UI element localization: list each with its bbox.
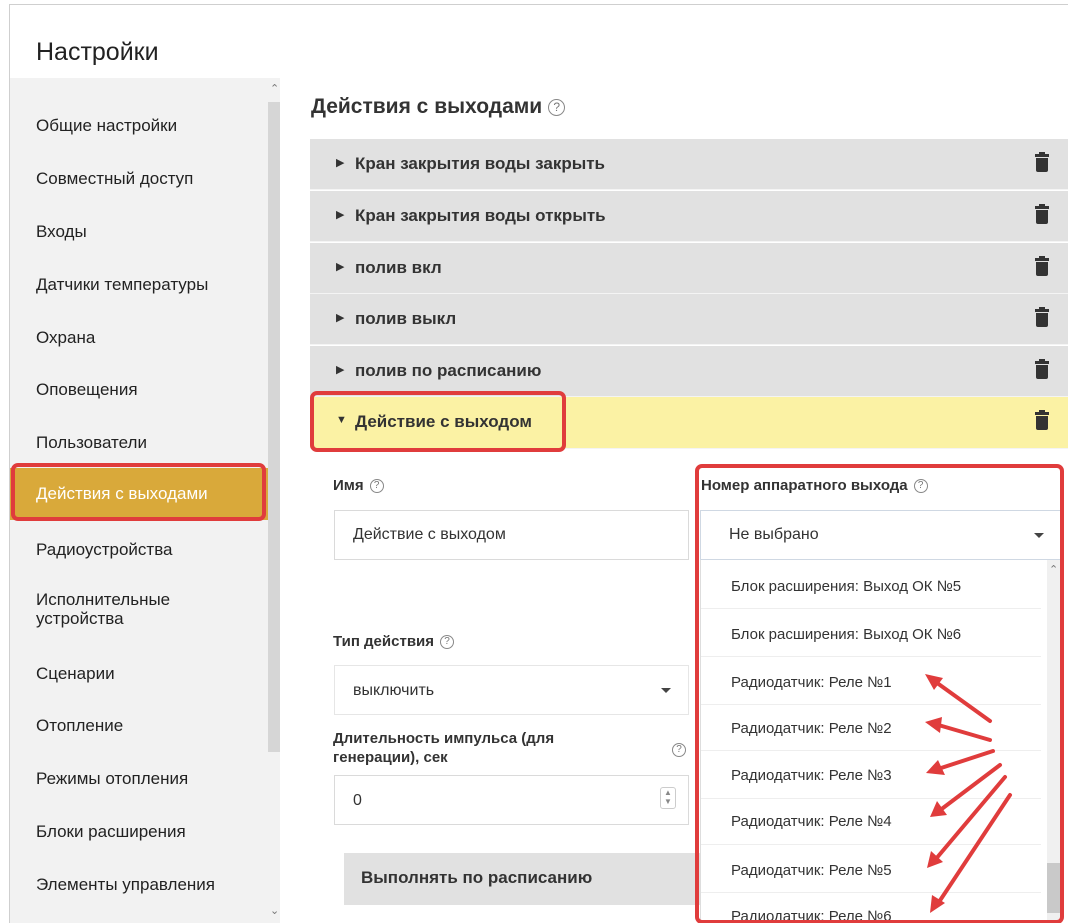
sidebar-item-general[interactable]: Общие настройки (10, 116, 268, 136)
scroll-down-icon[interactable]: ⌄ (270, 904, 279, 917)
action-row[interactable]: ▶ полив по расписанию (310, 346, 1068, 397)
action-type-value: выключить (353, 682, 435, 699)
trash-icon[interactable] (1035, 204, 1049, 224)
action-row[interactable]: ▶ Кран закрытия воды открыть (310, 191, 1068, 242)
pulse-label-line2: генерации), сек (333, 749, 448, 766)
expand-icon: ▶ (336, 364, 345, 376)
expand-icon: ▶ (336, 157, 345, 169)
sidebar-scrollbar-thumb[interactable] (268, 102, 280, 752)
schedule-toggle[interactable]: Выполнять по расписанию (344, 853, 700, 905)
sidebar-item-radio-devices[interactable]: Радиоустройства (10, 540, 268, 560)
help-icon[interactable]: ? (440, 635, 455, 650)
highlight-sidebar-active (11, 463, 266, 521)
trash-icon[interactable] (1035, 410, 1049, 430)
name-label-text: Имя (333, 477, 364, 494)
sidebar-item-temp-sensors[interactable]: Датчики температуры (10, 275, 268, 295)
sidebar-item-scenarios[interactable]: Сценарии (10, 664, 268, 684)
sidebar-item-actuators-line2: устройства (36, 609, 124, 628)
pulse-input[interactable]: 0 (334, 775, 689, 825)
action-row[interactable]: ▶ Кран закрытия воды закрыть (310, 139, 1068, 190)
action-type-select[interactable]: выключить (334, 665, 689, 715)
sidebar-item-expansion-blocks[interactable]: Блоки расширения (10, 822, 268, 842)
page-title-text: Действия с выходами (311, 95, 543, 118)
help-icon[interactable]: ? (369, 479, 384, 494)
page-title: Действия с выходами? (311, 95, 566, 119)
pulse-label-line1: Длительность импульса (для (333, 730, 555, 747)
help-icon[interactable]: ? (672, 743, 686, 757)
red-arrow-icon (925, 674, 1012, 913)
expand-icon: ▶ (336, 312, 345, 324)
sidebar-item-security[interactable]: Охрана (10, 328, 268, 348)
action-type-label: Тип действия? (333, 633, 455, 650)
app-title: Настройки (36, 38, 159, 66)
pulse-label: Длительность импульса (для генерации), с… (333, 729, 554, 767)
sidebar-item-actuators-line1: Исполнительные (36, 590, 171, 609)
trash-icon[interactable] (1035, 152, 1049, 172)
action-row-label: Кран закрытия воды закрыть (355, 154, 606, 173)
trash-icon[interactable] (1035, 307, 1049, 327)
help-icon[interactable]: ? (548, 98, 566, 116)
action-row-label: Кран закрытия воды открыть (355, 206, 606, 225)
action-row[interactable]: ▶ полив вкл (310, 243, 1068, 294)
expand-icon: ▶ (336, 209, 345, 221)
sidebar-item-actuators[interactable]: Исполнительные устройства (10, 590, 268, 628)
trash-icon[interactable] (1035, 359, 1049, 379)
sidebar-item-shared-access[interactable]: Совместный доступ (10, 169, 268, 189)
name-label: Имя? (333, 477, 384, 494)
action-row[interactable]: ▶ полив выкл (310, 294, 1068, 345)
action-row-label: полив по расписанию (355, 361, 542, 380)
sidebar-item-heating[interactable]: Отопление (10, 716, 268, 736)
chevron-down-icon (661, 688, 671, 693)
spinner-icon[interactable]: ▲ ▼ (660, 787, 676, 809)
sidebar-item-inputs[interactable]: Входы (10, 222, 268, 242)
settings-window: Настройки Общие настройки Совместный дос… (9, 4, 1068, 923)
expand-icon: ▶ (336, 261, 345, 273)
trash-icon[interactable] (1035, 256, 1049, 276)
action-type-label-text: Тип действия (333, 633, 435, 650)
sidebar-item-users[interactable]: Пользователи (10, 433, 268, 453)
highlight-expanded-action (310, 391, 566, 452)
scroll-up-icon[interactable]: ⌃ (270, 82, 279, 95)
action-row-label: полив вкл (355, 258, 442, 277)
sidebar-item-heating-modes[interactable]: Режимы отопления (10, 769, 268, 789)
action-row-label: полив выкл (355, 309, 457, 328)
name-input[interactable]: Действие с выходом (334, 510, 689, 560)
sidebar-item-controls[interactable]: Элементы управления (10, 875, 268, 895)
sidebar-item-notifications[interactable]: Оповещения (10, 380, 268, 400)
